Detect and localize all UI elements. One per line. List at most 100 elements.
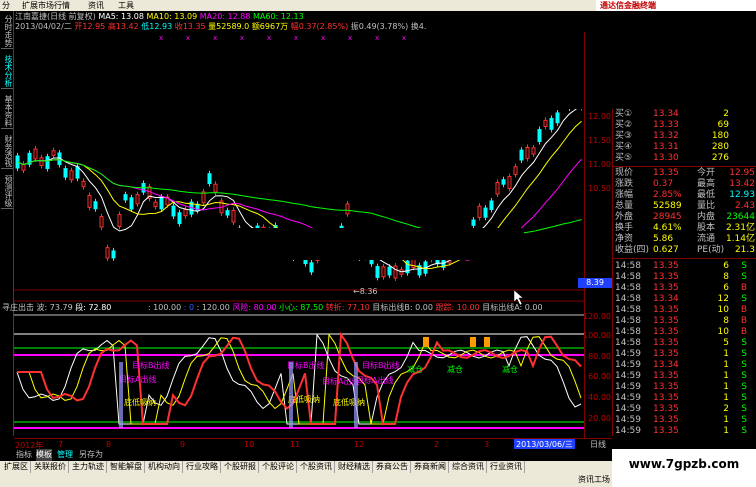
taskbar-item[interactable]: 券商公告: [374, 461, 411, 473]
candle: [513, 166, 518, 175]
menu-item-split[interactable]: 分: [2, 0, 10, 11]
date-label: 2: [434, 440, 440, 449]
top-marker: x: [186, 34, 190, 42]
top-marker: x: [402, 34, 406, 42]
candle: [105, 247, 110, 259]
candle: [153, 201, 158, 208]
taskbar-item[interactable]: 关联报价: [32, 461, 69, 473]
candle: [75, 166, 80, 179]
tick-time: 14:59: [615, 360, 641, 370]
candle: [159, 196, 164, 210]
taskbar-item[interactable]: 券商新闻: [412, 461, 449, 473]
bid-label: 买①: [615, 109, 633, 119]
signal-bar: [484, 337, 490, 347]
bid-label: 买②: [615, 120, 633, 130]
status-text: 资讯工场: [578, 475, 610, 484]
menu-item-ext-market[interactable]: 扩展市场行情: [22, 0, 70, 11]
tick-row: 14:58 13.35 8 S: [613, 272, 756, 283]
stat-row: 收益(四) 0.627 PE(动) 21.3: [613, 245, 756, 256]
overlay-block-mid: [232, 228, 524, 260]
stat-row: 现价 13.35 今开 12.95: [613, 168, 756, 179]
high-value: 高13.42: [107, 22, 139, 31]
tick-volume: 6: [723, 283, 729, 293]
candle: [537, 129, 542, 143]
tick-time: 14:59: [615, 426, 641, 436]
candle: [519, 149, 524, 161]
taskbar-item[interactable]: 个股研报: [222, 461, 259, 473]
stat-label: 股本: [697, 223, 716, 233]
taskbar-item[interactable]: 机构动向: [146, 461, 183, 473]
tick-row: 14:59 13.35 2 S: [613, 404, 756, 415]
candle: [309, 262, 314, 273]
taskbar-item[interactable]: 财经精选: [336, 461, 373, 473]
taskbar-item[interactable]: 综合资讯: [450, 461, 487, 473]
candle: [531, 147, 536, 155]
date-label: 11: [290, 440, 301, 449]
tick-time: 14:58: [615, 338, 641, 348]
signal-target-b-3: 目标B出线: [362, 360, 400, 370]
tick-time: 14:59: [615, 415, 641, 425]
candle: [93, 201, 98, 210]
stat-value: 1.14亿: [725, 234, 755, 244]
tab-fundamentals[interactable]: 基本资料: [1, 93, 13, 129]
taskbar-item[interactable]: 扩展区: [2, 461, 31, 473]
price-tick: 11.00: [588, 160, 611, 169]
tick-direction: S: [741, 393, 747, 403]
ind-tick: 120.00: [583, 312, 611, 321]
amount-value: 额6967万: [251, 22, 289, 31]
tick-volume: 8: [723, 272, 729, 282]
swing-value: 振0.49(3.78%): [350, 22, 409, 31]
taskbar-item[interactable]: 智能解盘: [108, 461, 145, 473]
period-selector[interactable]: 日线: [584, 438, 612, 460]
signal-reduce-3: 减仓: [502, 364, 518, 374]
low-value: 低12.93: [141, 22, 173, 31]
stat-label: 流通: [697, 234, 716, 244]
tick-direction: S: [741, 415, 747, 425]
taskbar-item[interactable]: 主力轨迹: [70, 461, 107, 473]
tab-manage[interactable]: 管理: [57, 449, 73, 461]
bid-label: 买④: [615, 142, 633, 152]
bar-date: 2013/04/02/二: [15, 22, 72, 31]
stat-label: 内盘: [697, 212, 716, 222]
ind-tick: 100.00: [583, 331, 611, 340]
menu-item-news[interactable]: 资讯: [88, 0, 104, 11]
candle: [51, 150, 56, 156]
tick-row: 14:58 13.35 6 S: [613, 261, 756, 272]
bid-price: 13.31: [653, 142, 679, 152]
tab-rating[interactable]: 预测评级: [1, 173, 13, 209]
candle: [225, 210, 230, 216]
tick-direction: S: [741, 261, 747, 271]
tab-intraday[interactable]: 分时走势: [1, 13, 13, 49]
tick-price: 13.35: [653, 272, 679, 282]
signal-column: [354, 362, 358, 428]
tick-time: 14:58: [615, 294, 641, 304]
tick-price: 13.35: [653, 327, 679, 337]
taskbar-item[interactable]: 个股评论: [260, 461, 297, 473]
stat-value: 28945: [653, 212, 682, 222]
stat-value: 2.43: [734, 201, 755, 211]
bid-label: 买⑤: [615, 153, 633, 163]
menu-bar: 分 扩展市场行情 资讯 工具 通达信金融终端: [0, 0, 756, 11]
top-marker: x: [267, 34, 271, 42]
tick-volume: 1: [723, 360, 729, 370]
tab-template[interactable]: 模板: [36, 449, 52, 461]
menu-item-tools[interactable]: 工具: [118, 0, 134, 11]
stat-label: 收益(四): [615, 245, 650, 255]
quote-panel: 买① 13.34 2 买② 13.33 69 买③ 13.32 180 买④ 13.3…: [612, 109, 756, 436]
candle: [483, 207, 488, 218]
tick-price: 13.35: [653, 382, 679, 392]
tick-row: 14:58 13.35 5 S: [613, 338, 756, 349]
candle: [387, 266, 392, 276]
tab-finance[interactable]: 财务透视: [1, 133, 13, 169]
tab-indicator[interactable]: 指标: [16, 449, 32, 461]
tick-time: 14:59: [615, 404, 641, 414]
taskbar-item[interactable]: 行业攻略: [184, 461, 221, 473]
tab-technical[interactable]: 技术分析: [1, 53, 13, 89]
candle: [501, 179, 506, 185]
tab-save-as[interactable]: 另存为: [79, 449, 103, 461]
taskbar-item[interactable]: 个股资讯: [298, 461, 335, 473]
taskbar-item[interactable]: 行业资讯: [488, 461, 525, 473]
tick-direction: S: [741, 426, 747, 436]
ohlc-info-line: 2013/04/02/二 开12.95 高13.42 低12.93 收13.35…: [15, 22, 444, 32]
candle: [381, 266, 386, 278]
